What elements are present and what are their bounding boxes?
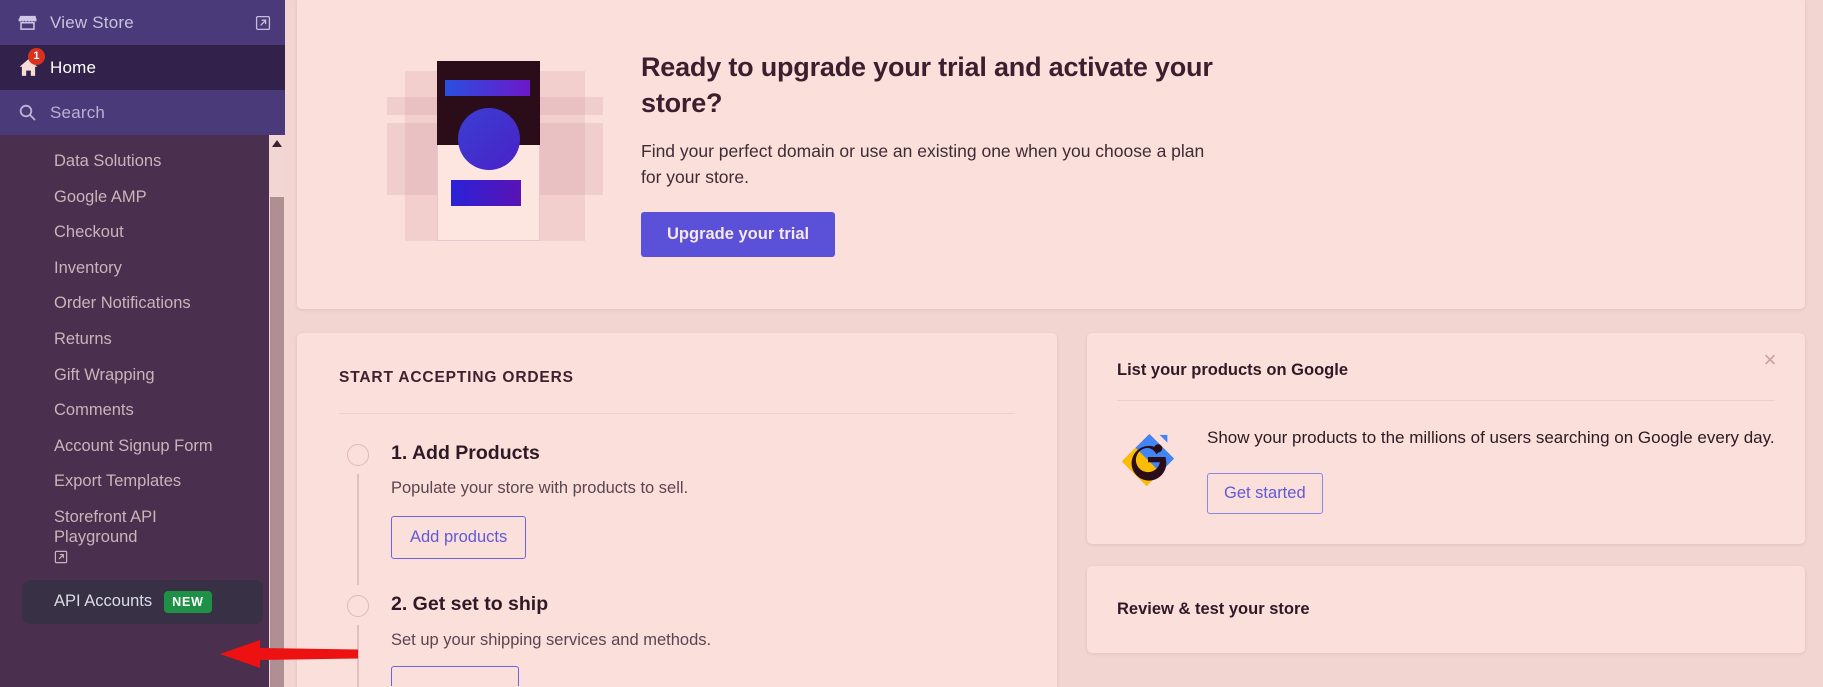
- banner-illustration: [387, 49, 603, 257]
- sidebar-item-label: Home: [50, 57, 97, 77]
- app-root: View Store 1 Home Search Data Solutions …: [0, 0, 1823, 687]
- card-text: Show your products to the millions of us…: [1207, 425, 1775, 514]
- sidebar: View Store 1 Home Search Data Solutions …: [0, 0, 285, 687]
- sidebar-item-data-solutions[interactable]: Data Solutions: [0, 147, 285, 176]
- step-status-circle-icon[interactable]: [347, 444, 369, 466]
- scrollbar-thumb[interactable]: [270, 197, 284, 687]
- onboarding-steps: 1. Add Products Populate your store with…: [339, 414, 1015, 687]
- step-connector-line: [357, 625, 359, 687]
- google-listing-card: × List your products on Google Show your…: [1087, 333, 1805, 544]
- illustration-circle: [458, 108, 520, 170]
- sidebar-item-export-templates[interactable]: Export Templates: [0, 467, 285, 496]
- sidebar-top-section: View Store 1 Home Search: [0, 0, 285, 135]
- sidebar-item-label: Comments: [54, 401, 134, 420]
- step-description: Populate your store with products to sel…: [391, 479, 689, 498]
- sidebar-search[interactable]: Search: [0, 90, 285, 135]
- external-link-icon: [54, 549, 68, 569]
- close-icon[interactable]: ×: [1757, 347, 1783, 373]
- sidebar-item-label: Checkout: [54, 223, 124, 242]
- start-accepting-orders-card: START ACCEPTING ORDERS 1. Add Products P…: [297, 333, 1057, 687]
- upgrade-trial-button[interactable]: Upgrade your trial: [641, 212, 836, 258]
- sidebar-item-label: View Store: [50, 12, 134, 32]
- main-content: Ready to upgrade your trial and activate…: [285, 0, 1823, 687]
- sidebar-menu-list: Data Solutions Google AMP Checkout Inven…: [0, 135, 285, 687]
- google-shopping-tag-icon: [1117, 425, 1183, 514]
- sidebar-item-label: Order Notifications: [54, 294, 191, 313]
- external-link-icon[interactable]: [255, 15, 271, 31]
- card-description: Show your products to the millions of us…: [1207, 428, 1775, 447]
- store-icon: [18, 13, 44, 32]
- home-icon: 1: [18, 48, 45, 78]
- card-body: Show your products to the millions of us…: [1117, 425, 1775, 514]
- divider: [1117, 400, 1775, 401]
- sidebar-item-home[interactable]: 1 Home: [0, 45, 285, 90]
- step-title: 2. Get set to ship: [391, 593, 549, 616]
- step-description: Set up your shipping services and method…: [391, 630, 712, 649]
- sidebar-item-label: Data Solutions: [54, 152, 162, 170]
- illustration-bar-bottom: [451, 180, 521, 206]
- sidebar-item-view-store[interactable]: View Store: [0, 0, 285, 45]
- lower-section: START ACCEPTING ORDERS 1. Add Products P…: [297, 333, 1805, 687]
- get-started-button[interactable]: Get started: [1207, 472, 1323, 514]
- new-badge: NEW: [164, 590, 212, 613]
- scroll-up-arrow-icon[interactable]: [269, 135, 285, 151]
- section-title: START ACCEPTING ORDERS: [339, 369, 574, 386]
- sidebar-item-checkout[interactable]: Checkout: [0, 218, 285, 247]
- upgrade-trial-banner: Ready to upgrade your trial and activate…: [297, 0, 1805, 309]
- orders-column: START ACCEPTING ORDERS 1. Add Products P…: [297, 333, 1057, 687]
- sidebar-item-label: Gift Wrapping: [54, 365, 155, 384]
- sidebar-item-comments[interactable]: Comments: [0, 396, 285, 425]
- review-test-store-card: Review & test your store: [1087, 565, 1805, 653]
- sidebar-item-label: Account Signup Form: [54, 436, 213, 455]
- step-add-products: 1. Add Products Populate your store with…: [339, 442, 1015, 586]
- home-notification-badge: 1: [28, 48, 45, 65]
- step-status-circle-icon[interactable]: [347, 595, 369, 618]
- sidebar-item-account-signup-form[interactable]: Account Signup Form: [0, 432, 285, 461]
- sidebar-item-returns[interactable]: Returns: [0, 325, 285, 354]
- sidebar-item-label: Export Templates: [54, 472, 182, 491]
- banner-text-block: Ready to upgrade your trial and activate…: [641, 49, 1241, 258]
- card-title: Review & test your store: [1117, 599, 1310, 618]
- add-products-button[interactable]: Add products: [391, 516, 527, 560]
- sidebar-scrollbar[interactable]: [269, 135, 285, 687]
- step-2-action-button-partial[interactable]: [391, 665, 519, 686]
- banner-heading: Ready to upgrade your trial and activate…: [641, 51, 1213, 118]
- promo-column: × List your products on Google Show your…: [1087, 333, 1805, 653]
- sidebar-item-order-notifications[interactable]: Order Notifications: [0, 289, 285, 318]
- sidebar-item-label: Storefront API Playground: [54, 508, 157, 547]
- sidebar-item-google-amp[interactable]: Google AMP: [0, 183, 285, 212]
- search-icon: [18, 103, 44, 122]
- sidebar-item-inventory[interactable]: Inventory: [0, 254, 285, 283]
- illustration-bar-top: [445, 80, 530, 96]
- card-title: List your products on Google: [1117, 361, 1348, 379]
- sidebar-search-label: Search: [50, 102, 106, 122]
- sidebar-item-label: Returns: [54, 330, 112, 349]
- sidebar-item-label: Google AMP: [54, 187, 147, 206]
- sidebar-item-label: Inventory: [54, 258, 122, 277]
- sidebar-item-storefront-api-playground[interactable]: Storefront API Playground: [0, 503, 215, 573]
- banner-description: Find your perfect domain or use an exist…: [641, 140, 1205, 188]
- step-get-set-to-ship: 2. Get set to ship Set up your shipping …: [339, 571, 1015, 687]
- step-connector-line: [357, 474, 359, 586]
- sidebar-item-label: API Accounts: [54, 592, 153, 611]
- sidebar-item-gift-wrapping[interactable]: Gift Wrapping: [0, 361, 285, 390]
- step-title: 1. Add Products: [391, 442, 540, 464]
- sidebar-item-api-accounts[interactable]: API Accounts NEW: [22, 579, 263, 624]
